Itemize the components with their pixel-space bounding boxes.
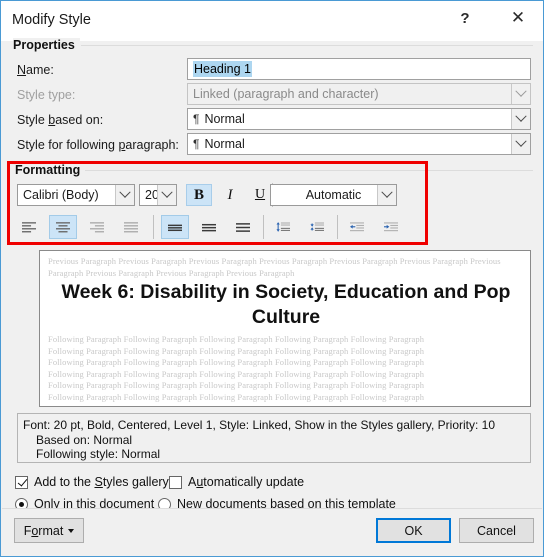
font-family-value: Calibri (Body) bbox=[23, 188, 99, 202]
help-icon[interactable]: ? bbox=[442, 1, 488, 35]
description-line-3: Following style: Normal bbox=[36, 447, 161, 461]
cancel-button[interactable]: Cancel bbox=[459, 518, 534, 543]
bold-button[interactable]: B bbox=[186, 184, 212, 206]
style-based-on-label: Style based on: bbox=[17, 113, 104, 127]
align-right-icon[interactable] bbox=[83, 215, 111, 239]
decrease-indent-icon[interactable] bbox=[343, 215, 371, 239]
preview-following-paragraph-line: Following Paragraph Following Paragraph … bbox=[48, 357, 425, 367]
style-based-on-combo[interactable]: ¶ Normal bbox=[187, 108, 531, 130]
align-left-icon[interactable] bbox=[15, 215, 43, 239]
preview-following-paragraph-line: Following Paragraph Following Paragraph … bbox=[48, 391, 425, 402]
increase-paragraph-spacing-icon[interactable] bbox=[269, 215, 297, 239]
toolbar-separator bbox=[263, 215, 264, 239]
checkbox-box-icon[interactable] bbox=[169, 475, 182, 489]
preview-following-paragraph-line: Following Paragraph Following Paragraph … bbox=[48, 334, 425, 344]
name-input[interactable]: Heading 1 bbox=[187, 58, 531, 80]
style-type-combo: Linked (paragraph and character) bbox=[187, 83, 531, 105]
decrease-paragraph-spacing-icon[interactable] bbox=[303, 215, 331, 239]
style-following-paragraph-value: Normal bbox=[204, 137, 245, 151]
description-line-2: Based on: Normal bbox=[36, 432, 133, 447]
style-following-paragraph-label: Style for following paragraph: bbox=[17, 138, 179, 152]
chevron-down-icon[interactable] bbox=[377, 185, 396, 205]
description-line-1: Font: 20 pt, Bold, Centered, Level 1, St… bbox=[23, 418, 496, 432]
caret-down-icon bbox=[68, 528, 75, 533]
preview-following-paragraph: Following Paragraph Following Paragraph … bbox=[48, 334, 526, 403]
checkbox-box-icon[interactable] bbox=[15, 475, 28, 489]
line-spacing-single-icon[interactable] bbox=[161, 215, 189, 239]
ok-button[interactable]: OK bbox=[376, 518, 451, 543]
preview-following-paragraph-line: Following Paragraph Following Paragraph … bbox=[48, 368, 425, 379]
modify-style-dialog: Modify Style ? ✕ Properties Name: Headin… bbox=[0, 0, 544, 557]
formatting-group-divider bbox=[81, 170, 533, 171]
preview-previous-paragraph: Previous Paragraph Previous Paragraph Pr… bbox=[48, 256, 501, 278]
preview-following-paragraph-line: Following Paragraph Following Paragraph … bbox=[48, 380, 425, 390]
italic-button[interactable]: I bbox=[217, 184, 243, 206]
chevron-down-icon[interactable] bbox=[511, 134, 530, 154]
pilcrow-icon: ¶ bbox=[193, 137, 200, 151]
pilcrow-icon: ¶ bbox=[193, 112, 200, 126]
add-to-styles-gallery-label: Add to the Styles gallery bbox=[34, 475, 169, 489]
add-to-styles-gallery-checkbox[interactable]: Add to the Styles gallery bbox=[15, 475, 169, 489]
title-bar: Modify Style ? ✕ bbox=[1, 1, 543, 41]
preview-following-paragraph-line: Following Paragraph Following Paragraph … bbox=[48, 345, 425, 356]
name-label: Name: bbox=[17, 63, 54, 77]
toolbar-separator bbox=[337, 215, 338, 239]
automatically-update-label: Automatically update bbox=[188, 475, 305, 489]
close-icon[interactable]: ✕ bbox=[495, 1, 541, 35]
format-button-label: Format bbox=[23, 523, 64, 538]
dialog-footer: Format OK Cancel bbox=[2, 508, 542, 555]
chevron-down-icon bbox=[511, 84, 530, 104]
chevron-down-icon[interactable] bbox=[157, 185, 176, 205]
font-family-combo[interactable]: Calibri (Body) bbox=[17, 184, 135, 206]
properties-group-divider bbox=[81, 45, 533, 46]
line-spacing-double-icon[interactable] bbox=[229, 215, 257, 239]
align-justify-icon[interactable] bbox=[117, 215, 145, 239]
increase-indent-icon[interactable] bbox=[377, 215, 405, 239]
chevron-down-icon[interactable] bbox=[511, 109, 530, 129]
style-type-value: Linked (paragraph and character) bbox=[193, 87, 379, 101]
style-description: Font: 20 pt, Bold, Centered, Level 1, St… bbox=[17, 413, 531, 463]
format-button[interactable]: Format bbox=[14, 518, 84, 543]
toolbar-separator bbox=[153, 215, 154, 239]
style-preview-pane: Previous Paragraph Previous Paragraph Pr… bbox=[39, 250, 531, 407]
align-center-icon[interactable] bbox=[49, 215, 77, 239]
style-following-paragraph-combo[interactable]: ¶ Normal bbox=[187, 133, 531, 155]
style-type-label: Style type: bbox=[17, 88, 76, 102]
line-spacing-1-5-icon[interactable] bbox=[195, 215, 223, 239]
formatting-group-label: Formatting bbox=[15, 163, 86, 177]
chevron-down-icon[interactable] bbox=[115, 185, 134, 205]
name-input-value: Heading 1 bbox=[193, 61, 252, 77]
font-size-combo[interactable]: 20 bbox=[139, 184, 177, 206]
preview-heading-text: Week 6: Disability in Society, Education… bbox=[61, 281, 511, 328]
style-based-on-value: Normal bbox=[204, 112, 245, 126]
properties-group-label: Properties bbox=[13, 38, 80, 52]
dialog-title: Modify Style bbox=[12, 12, 91, 28]
font-color-combo[interactable]: Automatic bbox=[270, 184, 397, 206]
automatically-update-checkbox[interactable]: Automatically update bbox=[169, 475, 304, 489]
